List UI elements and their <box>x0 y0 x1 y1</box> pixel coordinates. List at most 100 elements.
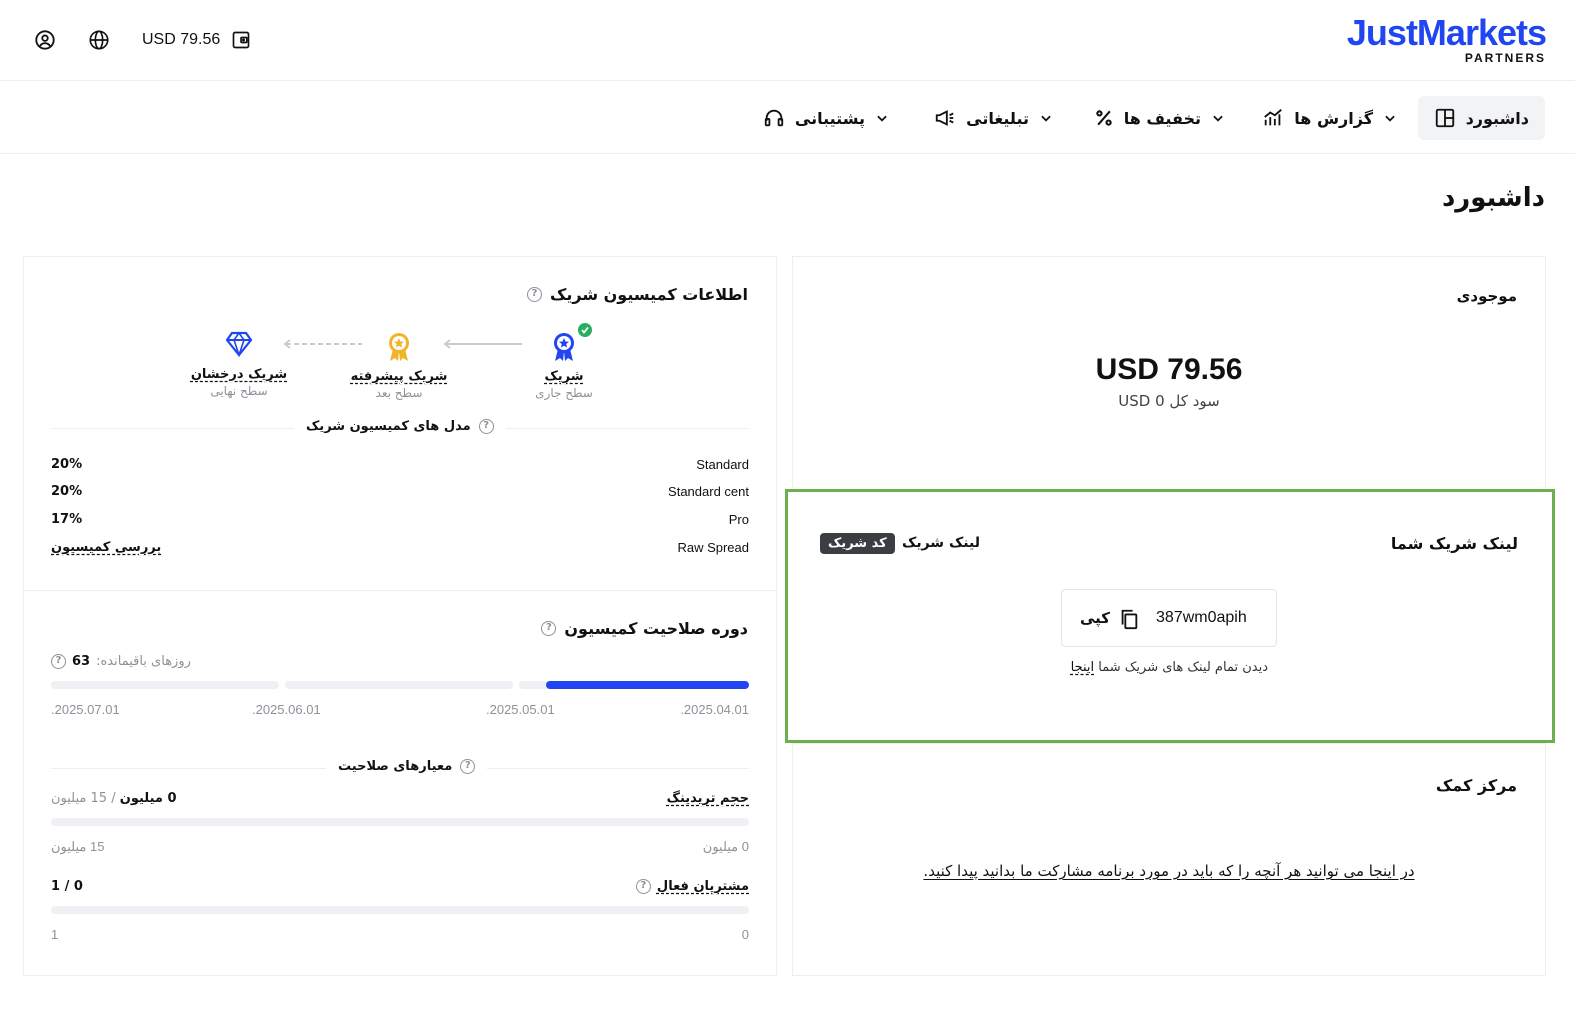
nav-item-promo[interactable]: تبلیغاتی <box>918 96 1069 140</box>
models-title-row: مدل های کمیسیون شریک ? <box>294 419 506 434</box>
qualification-title-row: دوره صلاحیت کمیسیون ? <box>541 619 748 638</box>
balance-title: موجودی <box>1456 287 1517 305</box>
volume-max: 15 میلیون <box>51 839 105 854</box>
commission-card: اطلاعات کمیسیون شریک ? شریک سطح جاری شری… <box>23 256 777 591</box>
level-partner-sub: سطح جاری <box>535 386 593 400</box>
dashboard-icon <box>1435 108 1454 128</box>
logo[interactable]: JustMarkets PARTNERS <box>1347 14 1547 65</box>
qualification-title: دوره صلاحیت کمیسیون <box>564 619 748 638</box>
level-partner[interactable]: شریک سطح جاری <box>519 323 609 400</box>
level-brilliant[interactable]: شریک درخشان سطح نهایی <box>184 329 294 398</box>
arrow-left-icon <box>443 339 522 349</box>
date-label: .2025.06.01 <box>252 702 321 717</box>
criteria-title-row: معیارهای صلاحیت ? <box>326 759 488 774</box>
period-segment <box>51 681 279 689</box>
model-label: Standard cent <box>668 484 749 499</box>
level-partner-name: شریک <box>544 369 584 384</box>
level-advanced-sub: سطح بعد <box>375 386 423 400</box>
commission-title-row: اطلاعات کمیسیون شریک ? <box>527 285 748 304</box>
help-icon[interactable]: ? <box>541 621 557 636</box>
period-progress <box>546 681 749 689</box>
date-label: .2025.07.01 <box>51 702 120 717</box>
arrow-left-dashed-icon <box>283 339 362 349</box>
megaphone-icon <box>935 110 954 126</box>
model-label: Standard <box>696 457 749 472</box>
page-title: داشبورد <box>1441 183 1545 213</box>
model-value: 20% <box>51 484 83 499</box>
see-all-link[interactable]: اینجا <box>1071 660 1095 675</box>
nav-item-dashboard[interactable]: داشبورد <box>1417 96 1545 140</box>
level-brilliant-sub: سطح نهایی <box>210 384 268 398</box>
nav-item-reports[interactable]: گزارش ها <box>1246 96 1413 140</box>
main-nav: داشبورد گزارش ها تخفیف ها تبلیغاتی پشتیب… <box>0 81 1575 154</box>
nav-label-promo: تبلیغاتی <box>966 108 1029 128</box>
clients-label: مشتریان فعال <box>656 879 749 894</box>
top-bar: USD 79.56 JustMarkets PARTNERS <box>0 0 1575 81</box>
chevron-down-icon <box>877 115 887 122</box>
nav-label-rebates: تخفیف ها <box>1123 108 1201 128</box>
nav-label-dashboard: داشبورد <box>1465 108 1529 128</box>
qualification-card: دوره صلاحیت کمیسیون ? روزهای باقیمانده: … <box>23 590 777 976</box>
user-icon[interactable] <box>34 29 56 51</box>
volume-min: 0 میلیون <box>702 839 749 854</box>
help-center-link[interactable]: در اینجا می توانید هر آنچه را که باید در… <box>793 862 1545 880</box>
volume-value: 0 میلیون / 15 میلیون <box>51 791 177 806</box>
headset-icon <box>764 109 784 127</box>
check-badge-icon <box>578 323 592 337</box>
see-all-links: دیدن تمام لینک های شریک شما اینجا <box>1068 660 1268 675</box>
chevron-down-icon <box>1385 115 1395 122</box>
clients-max: 1 <box>51 927 59 942</box>
clients-value: 0 / 1 <box>51 879 83 894</box>
ribbon-badge-icon <box>554 333 574 361</box>
criteria-title: معیارهای صلاحیت <box>338 759 453 774</box>
help-icon[interactable]: ? <box>527 287 542 302</box>
chart-icon <box>1264 109 1283 126</box>
nav-label-support: پشتیبانی <box>794 108 865 128</box>
clients-label-row: مشتریان فعال ? <box>635 879 749 894</box>
volume-current: 0 میلیون <box>119 791 177 806</box>
model-value: 20% <box>51 457 83 472</box>
wallet-icon[interactable] <box>231 30 251 50</box>
level-brilliant-name: شریک درخشان <box>190 367 288 382</box>
globe-icon[interactable] <box>88 29 110 51</box>
help-icon[interactable]: ? <box>478 419 494 434</box>
clients-progress-bar <box>51 906 749 914</box>
see-all-text: دیدن تمام لینک های شریک شما <box>1098 660 1268 675</box>
date-label: .2025.04.01 <box>680 702 749 717</box>
model-label: Pro <box>728 512 749 527</box>
level-advanced[interactable]: شریک پیشرفته سطح بعد <box>349 329 449 400</box>
percent-icon <box>1095 110 1112 126</box>
volume-target: 15 میلیون <box>51 791 108 806</box>
help-center-card: مرکز کمک در اینجا می توانید هر آنچه را ک… <box>792 743 1546 976</box>
level-advanced-name: شریک پیشرفته <box>350 369 448 384</box>
help-icon[interactable]: ? <box>460 759 476 774</box>
nav-item-rebates[interactable]: تخفیف ها <box>1078 96 1241 140</box>
volume-label: حجم تریدینگ <box>666 791 749 806</box>
diamond-icon <box>225 331 253 358</box>
copy-button[interactable]: کپی <box>1080 609 1110 627</box>
help-icon[interactable]: ? <box>51 654 66 669</box>
days-left-row: روزهای باقیمانده: 63 ? <box>51 654 191 669</box>
period-segment <box>285 681 513 689</box>
chevron-down-icon <box>1213 115 1223 122</box>
copy-icon[interactable] <box>1118 607 1140 631</box>
logo-subtext: PARTNERS <box>1464 51 1546 65</box>
balance-amount: USD 79.56 <box>1095 353 1243 386</box>
commission-title: اطلاعات کمیسیون شریک <box>550 285 748 304</box>
copy-box[interactable]: 387wm0apih کپی <box>1061 589 1277 647</box>
nav-item-support[interactable]: پشتیبانی <box>747 96 905 140</box>
days-left-label: روزهای باقیمانده: <box>96 654 191 669</box>
clients-min: 0 <box>741 927 749 942</box>
help-center-title: مرکز کمک <box>1435 776 1517 795</box>
medal-icon <box>389 333 409 361</box>
partner-code-value: 387wm0apih <box>1156 609 1247 626</box>
check-commission-link[interactable]: بررسی کمیسیون <box>51 540 161 555</box>
models-title: مدل های کمیسیون شریک <box>306 419 471 434</box>
model-label: Raw Spread <box>677 540 749 555</box>
header-balance: USD 79.56 <box>142 31 221 48</box>
chevron-down-icon <box>1041 115 1051 122</box>
volume-progress-bar <box>51 818 749 826</box>
total-profit: سود کل USD 0 <box>1118 392 1220 410</box>
help-icon[interactable]: ? <box>635 879 651 894</box>
balance-card: موجودی USD 79.56 سود کل USD 0 <box>792 256 1546 490</box>
